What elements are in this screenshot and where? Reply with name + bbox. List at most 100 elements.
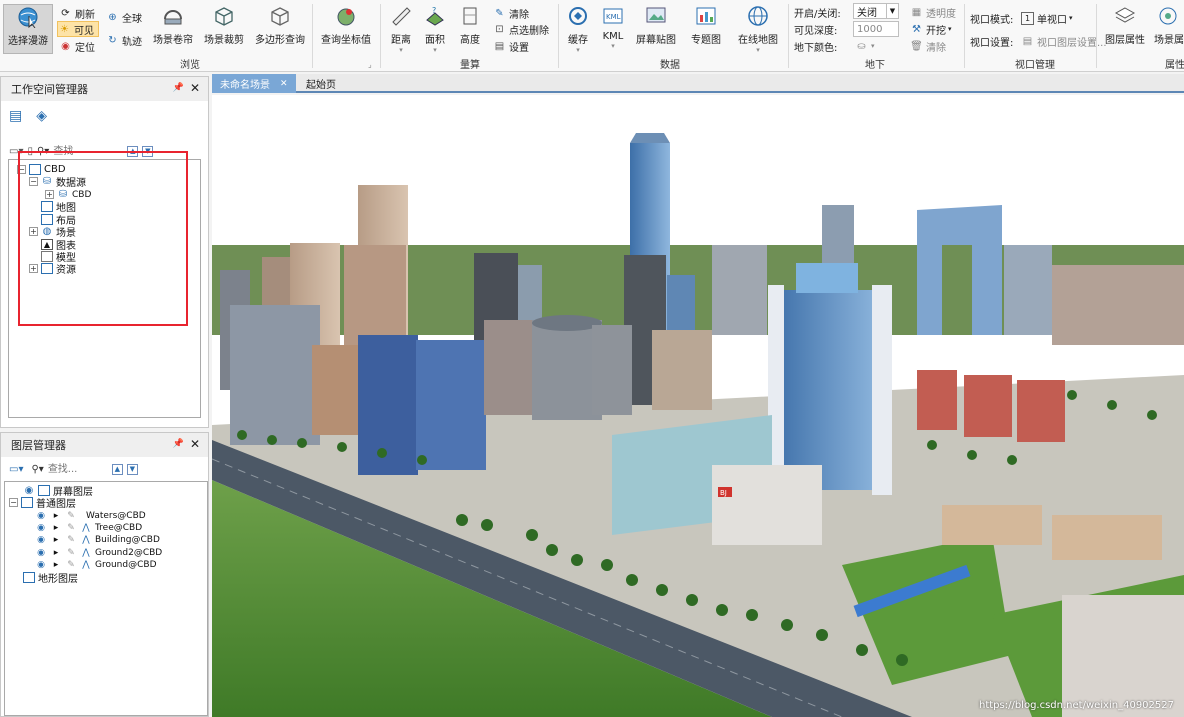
tab-start-page[interactable]: 起始页: [298, 74, 344, 93]
viewport-layer-settings-button[interactable]: ▤ 视口图层设置...: [1021, 33, 1107, 49]
refresh-icon: ⟳: [61, 7, 70, 19]
move-up-button[interactable]: ▲: [111, 463, 123, 475]
dialog-launcher-icon[interactable]: ⌟: [368, 60, 372, 69]
eye-icon[interactable]: ◉: [35, 547, 47, 558]
online-globe-icon: [746, 4, 770, 28]
onoff-label: 开启/关闭:: [794, 8, 841, 20]
chevron-down-icon: ▾: [756, 46, 760, 54]
globe-pin-icon: [334, 4, 358, 28]
selectable-arrow-icon[interactable]: ▸: [50, 534, 62, 545]
pick-delete-icon: ⊡: [495, 23, 504, 35]
tab-unnamed-scene[interactable]: 未命名场景 ✕: [212, 74, 296, 93]
edit-icon[interactable]: ✎: [65, 522, 77, 533]
collapse-icon[interactable]: −: [9, 498, 18, 507]
settings-icon: ▤: [494, 40, 505, 52]
close-icon[interactable]: ✕: [280, 79, 288, 89]
group-label-layer: 属性: [1165, 60, 1184, 71]
layer-search-toolbar: ▭▾ ⚲▾ ▲ ▼: [1, 457, 208, 481]
eraser-icon: ✎: [495, 7, 504, 19]
kml-button[interactable]: KML KML ▾: [598, 4, 628, 54]
paint-bucket-icon: ⛀: [857, 40, 866, 52]
track-icon: ↻: [108, 34, 117, 46]
fill-color-picker[interactable]: ⛀ ▾: [855, 38, 874, 54]
document-tab-bar: 未命名场景 ✕ 起始页: [212, 74, 1184, 93]
group-label-underground: 地下: [865, 60, 885, 71]
eye-icon[interactable]: ◉: [35, 534, 47, 545]
selectable-arrow-icon[interactable]: ▸: [50, 547, 62, 558]
pin-icon[interactable]: 📌: [173, 83, 184, 93]
terrain-layer-icon: [23, 572, 35, 583]
globe-button[interactable]: ⊕ 全球: [106, 9, 142, 25]
layer-group-terrain[interactable]: 地形图层: [23, 571, 78, 585]
workspace-tree-view-icon[interactable]: ▤: [9, 108, 22, 124]
distance-button[interactable]: 距离 ▾: [386, 4, 416, 54]
polygon-query-button[interactable]: 多边形查询: [252, 4, 308, 54]
edit-icon[interactable]: ✎: [65, 510, 77, 521]
track-button[interactable]: ↻ 轨迹: [106, 32, 142, 48]
query-coords-button[interactable]: 查询坐标值: [318, 4, 374, 54]
close-icon[interactable]: ✕: [190, 437, 200, 451]
refresh-button[interactable]: ⟳ 刷新: [59, 5, 95, 21]
select-pan-button[interactable]: 选择漫游: [3, 4, 53, 54]
viewport-settings-label: 视口设置:: [970, 37, 1014, 49]
globe-cursor-icon: [16, 5, 40, 29]
pin-icon[interactable]: 📌: [173, 439, 184, 449]
workspace-view-toolbar: ▤ ◈: [1, 101, 208, 131]
layer-group-normal[interactable]: − 普通图层: [9, 496, 76, 510]
cache-button[interactable]: 缓存 ▾: [563, 4, 593, 54]
onoff-select[interactable]: 关闭 ▼: [853, 3, 899, 19]
area-button[interactable]: ? 面积 ▾: [420, 4, 450, 54]
excavate-button[interactable]: ⚒ 开挖 ▾: [910, 21, 952, 37]
measure-settings-button[interactable]: ▤ 设置: [493, 38, 529, 54]
online-map-button[interactable]: 在线地图 ▾: [736, 4, 780, 54]
cube-clip-icon: [212, 4, 236, 28]
ribbon-separator: [380, 4, 381, 68]
eye-icon[interactable]: ◉: [23, 485, 35, 496]
edit-icon[interactable]: ✎: [65, 547, 77, 558]
layer-props-button[interactable]: 图层属性: [1102, 4, 1148, 54]
scene-props-button[interactable]: 场景属: [1154, 4, 1184, 54]
workspace-resource-view-icon[interactable]: ◈: [36, 108, 47, 124]
billboard-text: BJ: [720, 489, 727, 497]
screen-image-icon: [644, 4, 668, 28]
screen-paste-button[interactable]: 屏幕贴图: [633, 4, 679, 54]
chevron-down-icon: ▾: [1069, 14, 1073, 22]
scene-curtain-button[interactable]: 场景卷帘: [150, 4, 196, 54]
search-icon[interactable]: ⚲▾: [31, 464, 43, 475]
3d-scene-viewport[interactable]: BJ https://blog.csdn.net/weixin_40902527: [212, 95, 1184, 717]
visible-toggle[interactable]: ☀ 可见: [57, 21, 99, 37]
visible-depth-input[interactable]: 1000: [853, 21, 899, 37]
eye-icon[interactable]: ◉: [35, 559, 47, 570]
underground-clear-button[interactable]: 🗑 清除: [910, 38, 946, 54]
chevron-down-icon: ▼: [886, 4, 898, 18]
edit-icon[interactable]: ✎: [65, 534, 77, 545]
thematic-map-button[interactable]: 专题图: [686, 4, 726, 54]
transparency-button[interactable]: ▦ 透明度: [910, 4, 956, 20]
height-button[interactable]: 高度: [455, 4, 485, 54]
selectable-arrow-icon[interactable]: ▸: [50, 522, 62, 533]
measure-clear-button[interactable]: ✎ 清除: [493, 5, 529, 21]
move-down-button[interactable]: ▼: [126, 463, 138, 475]
chevron-down-icon: ▾: [611, 42, 615, 50]
layer-building[interactable]: ◉ ▸ ✎ ⋀ Building@CBD: [35, 533, 160, 546]
group-label-viewport: 视口管理: [1015, 60, 1055, 71]
viewport-mode-select[interactable]: 1 单视口 ▾: [1021, 10, 1073, 26]
pick-delete-button[interactable]: ⊡ 点选删除: [493, 21, 549, 37]
svg-text:?: ?: [432, 6, 436, 15]
layer-menu-icon[interactable]: ▭▾: [9, 464, 23, 475]
scene-clip-button[interactable]: 场景裁剪: [201, 4, 247, 54]
locate-button[interactable]: ◉ 定位: [59, 38, 95, 54]
eye-icon[interactable]: ◉: [35, 510, 47, 521]
height-icon: [458, 4, 482, 28]
layer-search-input[interactable]: [47, 461, 108, 477]
cache-icon: [566, 4, 590, 28]
selectable-arrow-icon[interactable]: ▸: [50, 510, 62, 521]
transparency-icon: ▦: [911, 6, 922, 18]
eye-icon[interactable]: ◉: [35, 522, 47, 533]
edit-icon[interactable]: ✎: [65, 559, 77, 570]
shovel-icon: ⚒: [912, 23, 921, 35]
ruler-icon: [389, 4, 413, 28]
close-icon[interactable]: ✕: [190, 81, 200, 95]
selectable-arrow-icon[interactable]: ▸: [50, 559, 62, 570]
ribbon-separator: [558, 4, 559, 68]
